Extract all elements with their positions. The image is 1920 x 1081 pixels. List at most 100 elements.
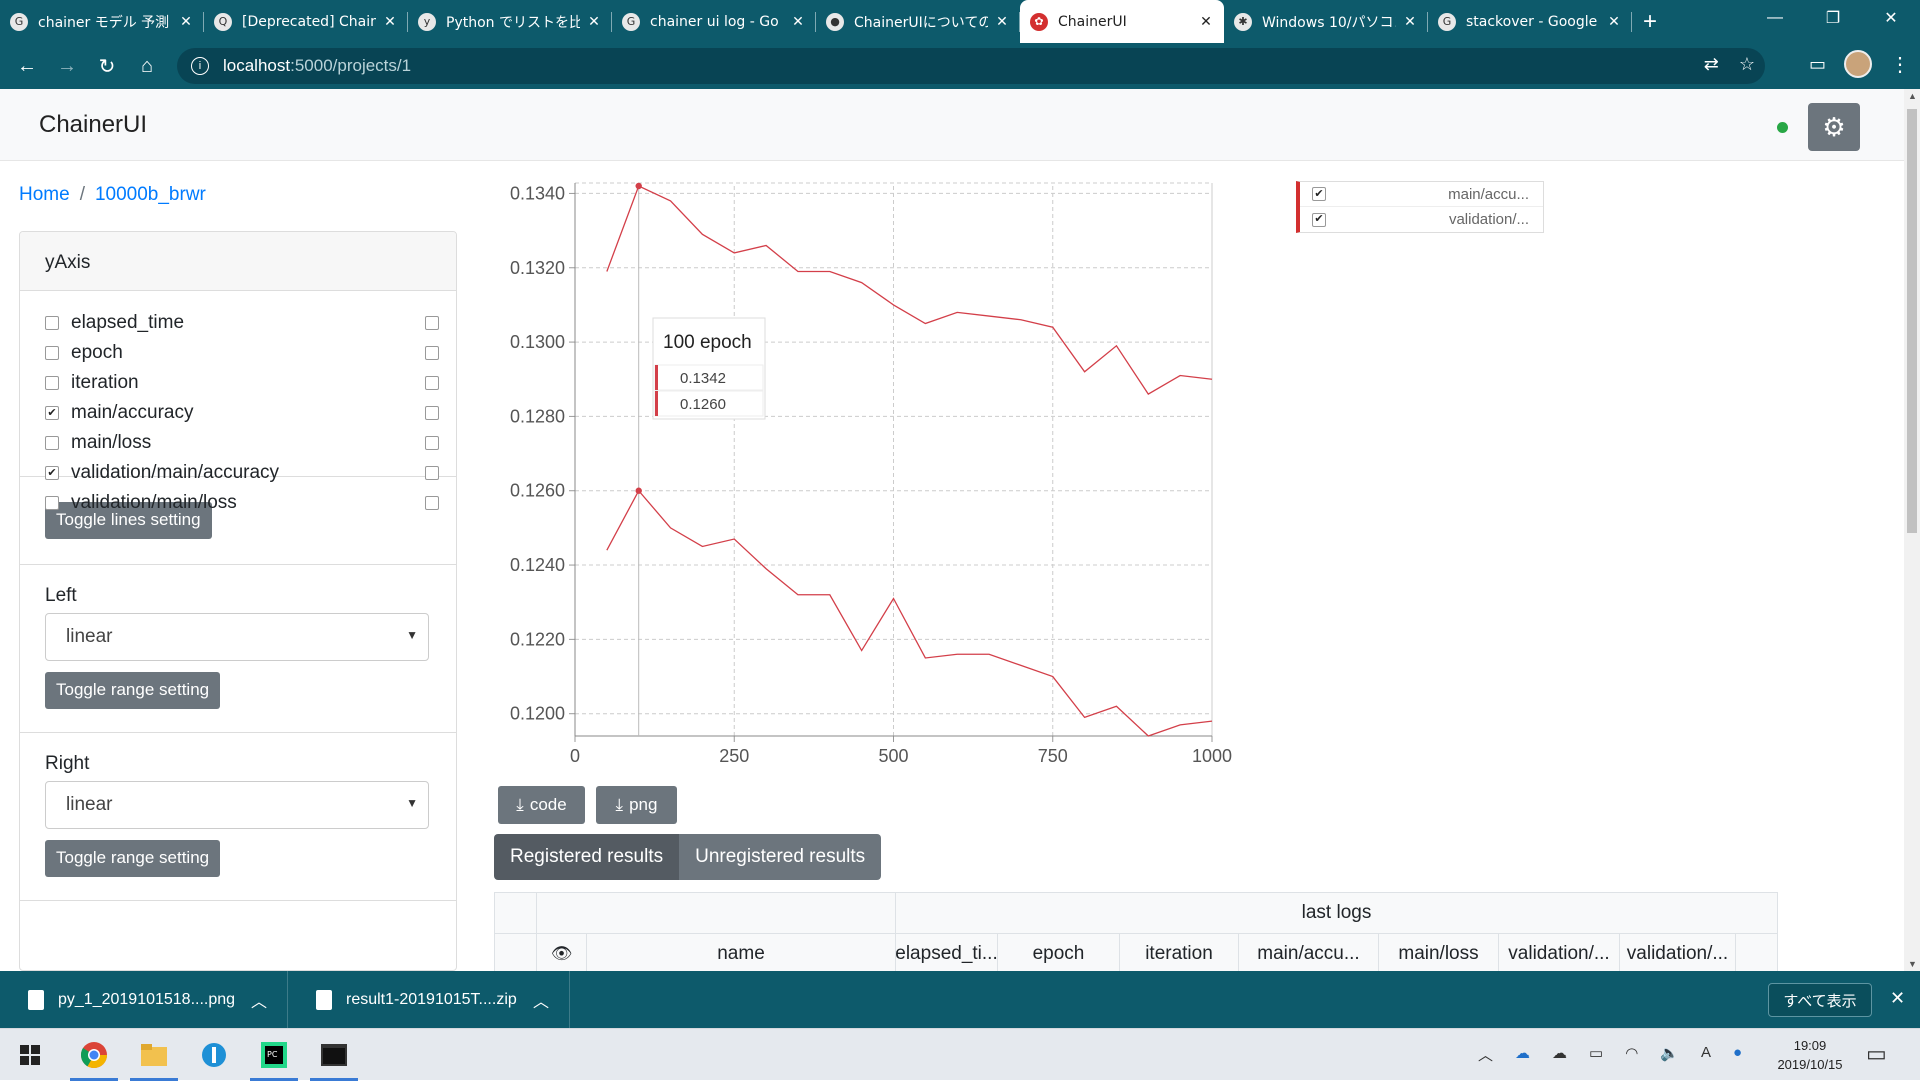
forward-button[interactable]: → [47, 46, 87, 86]
cloud-icon[interactable]: ☁ [1552, 1044, 1567, 1065]
close-tab-icon[interactable]: ✕ [994, 14, 1010, 30]
browser-tab[interactable]: ✱ Windows 10/パソコン ✕ [1224, 0, 1428, 43]
line-chart[interactable]: 0.1200 0.1220 0.1240 0.1260 0.1280 0.1300 0.13… [490, 179, 1240, 869]
browser-tab[interactable]: Gchainer モデル 予測 ✕ [0, 0, 204, 43]
browser-tab[interactable]: y Python でリストを比 ✕ [408, 0, 612, 43]
legend-checkbox[interactable]: ✔ [1312, 187, 1326, 201]
menu-icon[interactable]: ⋮ [1890, 52, 1910, 77]
battery-icon[interactable]: ▭ [1589, 1044, 1603, 1065]
page-scrollbar[interactable]: ▲ ▼ [1904, 89, 1920, 971]
onedrive-icon[interactable]: ☁ [1515, 1044, 1530, 1065]
chevron-up-icon[interactable]: ︿ [533, 988, 549, 1012]
legend-item[interactable]: ✔ main/accu... [1300, 182, 1543, 207]
new-tab-button[interactable]: + [1632, 0, 1668, 43]
ime-icon[interactable]: A [1701, 1044, 1711, 1065]
right-axis-checkbox[interactable] [425, 346, 439, 360]
download-item[interactable]: result1-20191015T....zip ︿ [288, 971, 570, 1028]
left-axis-checkbox[interactable]: ✔ [45, 466, 59, 480]
taskbar-pycharm[interactable]: PC [244, 1029, 304, 1081]
right-axis-checkbox[interactable] [425, 436, 439, 450]
series-line[interactable] [606, 489, 1213, 737]
column-header[interactable]: validation/... [1499, 934, 1620, 971]
left-axis-checkbox[interactable] [45, 436, 59, 450]
start-button[interactable] [0, 1029, 60, 1081]
browser-tab[interactable]: Gchainer ui log - Go ✕ [612, 0, 816, 43]
right-axis-checkbox[interactable] [425, 496, 439, 510]
close-tab-icon[interactable]: ✕ [1198, 14, 1214, 30]
breadcrumb-project-link[interactable]: 10000b_brwr [95, 184, 206, 206]
legend-checkbox[interactable]: ✔ [1312, 212, 1326, 227]
left-axis-checkbox[interactable] [45, 496, 59, 510]
close-tab-icon[interactable]: ✕ [1606, 14, 1622, 30]
browser-tab[interactable]: ● ChainerUIについての ✕ [816, 0, 1020, 43]
close-shelf-icon[interactable]: ✕ [1890, 988, 1905, 1009]
volume-icon[interactable]: 🔈 [1660, 1044, 1679, 1065]
column-header[interactable]: name [587, 934, 896, 971]
left-axis-checkbox[interactable] [45, 316, 59, 330]
address-bar[interactable]: i localhost:5000/projects/1 ⇄ ☆ [177, 48, 1765, 84]
translate-icon[interactable]: ⇄ [1704, 54, 1719, 75]
profile-avatar[interactable] [1844, 50, 1872, 78]
close-tab-icon[interactable]: ✕ [586, 14, 602, 30]
chevron-up-icon[interactable]: ︿ [251, 988, 267, 1012]
download-png-button[interactable]: ⤓ png [596, 786, 677, 824]
home-button[interactable]: ⌂ [127, 46, 167, 86]
taskbar-chrome[interactable] [64, 1029, 124, 1081]
tab-unregistered-results[interactable]: Unregistered results [679, 834, 882, 880]
left-axis-checkbox[interactable] [45, 346, 59, 360]
column-header[interactable]: elapsed_ti... [896, 934, 998, 971]
column-header[interactable]: main/loss [1379, 934, 1499, 971]
notification-center-icon[interactable]: ▭ [1866, 1041, 1887, 1067]
browser-tab[interactable]: Q [Deprecated] Chain ✕ [204, 0, 408, 43]
taskbar-terminal[interactable] [304, 1029, 364, 1081]
scrollbar-thumb[interactable] [1907, 109, 1917, 533]
bookmark-star-icon[interactable]: ☆ [1739, 54, 1755, 75]
taskbar-clock[interactable]: 19:09 2019/10/15 [1768, 1036, 1852, 1074]
close-tab-icon[interactable]: ✕ [178, 14, 194, 30]
download-code-button[interactable]: ⤓ code [498, 786, 585, 824]
scroll-up-icon[interactable]: ▲ [1908, 91, 1917, 101]
taskbar-explorer[interactable] [124, 1029, 184, 1081]
reload-button[interactable]: ↻ [87, 46, 127, 86]
left-axis-checkbox[interactable]: ✔ [45, 406, 59, 420]
right-axis-checkbox[interactable] [425, 466, 439, 480]
app-brand[interactable]: ChainerUI [39, 111, 147, 139]
legend-item[interactable]: ✔ validation/... [1300, 207, 1543, 232]
settings-button[interactable]: ⚙ [1808, 103, 1860, 151]
toggle-range-left-button[interactable]: Toggle range setting [45, 672, 221, 709]
chevron-up-icon[interactable]: ︿ [1478, 1044, 1493, 1065]
tab-registered-results[interactable]: Registered results [494, 834, 680, 880]
show-all-downloads-button[interactable]: すべて表示 [1768, 983, 1872, 1017]
column-header[interactable]: iteration [1120, 934, 1239, 971]
right-axis-checkbox[interactable] [425, 316, 439, 330]
active-data-point[interactable] [635, 487, 642, 494]
close-tab-icon[interactable]: ✕ [790, 14, 806, 30]
left-scale-select[interactable]: linear ▼ [45, 613, 429, 661]
scroll-down-icon[interactable]: ▼ [1908, 959, 1917, 969]
active-data-point[interactable] [635, 182, 642, 190]
info-icon[interactable]: i [191, 57, 209, 75]
extension-icon[interactable]: ▭ [1809, 54, 1826, 75]
column-header[interactable]: main/accu... [1239, 934, 1379, 971]
close-window-button[interactable]: ✕ [1862, 0, 1920, 36]
minimize-button[interactable]: — [1746, 0, 1804, 36]
app-tray-icon[interactable]: ● [1733, 1044, 1742, 1065]
visibility-column-header[interactable]: 👁 [537, 934, 587, 971]
download-item[interactable]: py_1_2019101518....png ︿ [0, 971, 288, 1028]
restore-button[interactable]: ❐ [1804, 0, 1862, 36]
close-tab-icon[interactable]: ✕ [382, 14, 398, 30]
column-header[interactable]: validation/... [1620, 934, 1736, 971]
toggle-range-right-button[interactable]: Toggle range setting [45, 840, 221, 877]
right-scale-select[interactable]: linear ▼ [45, 781, 429, 829]
taskbar-app[interactable] [184, 1029, 244, 1081]
back-button[interactable]: ← [7, 46, 47, 86]
close-tab-icon[interactable]: ✕ [1402, 14, 1418, 30]
left-axis-checkbox[interactable] [45, 376, 59, 390]
browser-tab[interactable]: ✿ ChainerUI ✕ [1020, 0, 1224, 43]
right-axis-checkbox[interactable] [425, 406, 439, 420]
browser-tab[interactable]: Gstackover - Google ✕ [1428, 0, 1632, 43]
right-axis-checkbox[interactable] [425, 376, 439, 390]
wifi-icon[interactable]: ◠ [1625, 1044, 1638, 1065]
breadcrumb-home-link[interactable]: Home [19, 184, 70, 206]
column-header[interactable]: epoch [998, 934, 1120, 971]
